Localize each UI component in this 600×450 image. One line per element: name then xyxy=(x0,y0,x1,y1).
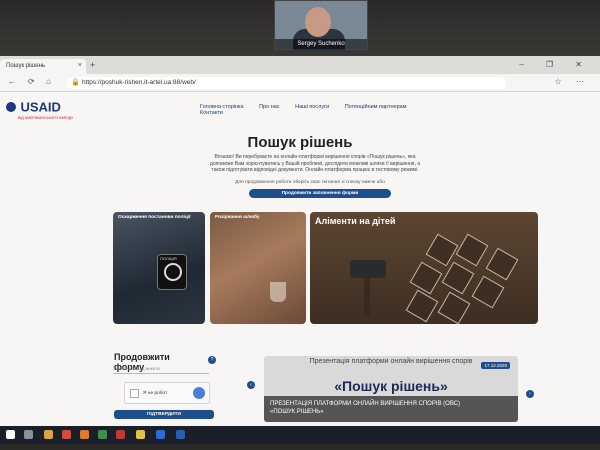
recaptcha-widget[interactable]: Я не робот xyxy=(124,382,210,404)
start-icon[interactable] xyxy=(6,430,15,439)
home-icon[interactable]: ⌂ xyxy=(46,77,51,86)
app-icon[interactable] xyxy=(116,430,125,439)
app-icon[interactable] xyxy=(136,430,145,439)
usaid-logo[interactable]: USAID ВІД АМЕРИКАНСЬКОГО НАРОДУ xyxy=(6,98,73,120)
toolbar-icons[interactable]: ☆ ⋯ xyxy=(555,77,590,86)
chrome-icon[interactable] xyxy=(98,430,107,439)
nav-contacts[interactable]: Контакти xyxy=(200,110,223,116)
nav-partners[interactable]: Потенційним партнерам xyxy=(345,104,407,110)
participant-name: Sergey Suchenko xyxy=(275,39,367,49)
nav-about[interactable]: Про нас xyxy=(259,104,279,110)
slide-heading: Презентація платформи онлайн вирішення с… xyxy=(309,358,473,365)
recaptcha-checkbox[interactable] xyxy=(130,389,139,398)
lock-icon: 🔒 xyxy=(71,79,80,86)
card-label: Аліменти на дітей xyxy=(315,216,396,226)
app-icon[interactable] xyxy=(62,430,71,439)
search-icon[interactable] xyxy=(24,430,33,439)
gavel-handle-icon xyxy=(364,276,370,316)
family-hex-icon xyxy=(485,247,519,281)
main-navigation: Головна сторінка Про нас Наші послуги По… xyxy=(200,104,450,116)
police-star-icon xyxy=(164,263,182,281)
back-icon[interactable]: ← xyxy=(8,77,16,86)
continue-form-button[interactable]: Продовжити заповнення форми xyxy=(249,189,391,198)
address-bar: ← ⟳ ⌂ 🔒 https://poshuk-rishen.it-artel.u… xyxy=(0,74,600,92)
family-hex-icon xyxy=(405,289,439,323)
recaptcha-label: Я не робот xyxy=(143,391,168,396)
tab-bar: Пошук рішень × + – ❐ ✕ xyxy=(0,56,600,74)
tab-title: Пошук рішень xyxy=(6,63,46,69)
police-badge-text: ПОЛІЦІЯ xyxy=(160,256,177,261)
video-call-tile[interactable]: Sergey Suchenko xyxy=(274,0,368,51)
card-label: Оскарження постанови поліції xyxy=(118,215,191,220)
browser-window: Пошук рішень × + – ❐ ✕ ← ⟳ ⌂ 🔒 https://p… xyxy=(0,56,600,444)
gavel-hex-icon xyxy=(471,275,505,309)
slide-date: 17.12.2020 xyxy=(481,362,510,369)
card-divorce[interactable]: Розірвання шлюбу xyxy=(210,212,306,324)
nav-services[interactable]: Наші послуги xyxy=(295,104,329,110)
form-help-icon[interactable]: ? xyxy=(208,356,216,364)
windows-taskbar xyxy=(0,408,600,444)
new-tab-icon[interactable]: + xyxy=(90,60,95,70)
word-icon[interactable] xyxy=(176,430,185,439)
reload-icon[interactable]: ⟳ xyxy=(28,77,35,86)
money-hex-icon xyxy=(437,291,471,324)
usaid-logo-text: USAID xyxy=(20,99,61,115)
card-alimony[interactable]: Аліменти на дітей xyxy=(310,212,538,324)
gavel-icon xyxy=(350,260,386,278)
slide-caption-line1: ПРЕЗЕНТАЦІЯ ПЛАТФОРМИ ОНЛАЙН ВИРІШЕННЯ С… xyxy=(270,401,460,407)
slider-prev-icon[interactable]: ‹ xyxy=(247,381,255,389)
scales-hex-icon xyxy=(409,261,443,295)
page-title: Пошук рішень xyxy=(247,134,353,151)
intro-text: Вітаємо! Ви перебуваєте на онлайн-платфо… xyxy=(209,154,421,173)
slide-big-title: «Пошук рішень» xyxy=(334,378,448,394)
card-label: Розірвання шлюбу xyxy=(215,215,260,220)
url-text: https://poshuk-rishen.it-artel.ua:88/web… xyxy=(82,79,196,86)
recaptcha-icon xyxy=(193,387,205,399)
firefox-icon[interactable] xyxy=(80,430,89,439)
select-hint: Для продовження роботи оберіть своє пита… xyxy=(235,180,385,185)
edge-icon[interactable] xyxy=(156,430,165,439)
file-explorer-icon[interactable] xyxy=(44,430,53,439)
monitor-bottom-bezel xyxy=(0,444,600,450)
monitor-top-bezel: Sergey Suchenko xyxy=(0,0,600,56)
usaid-logo-subtitle: ВІД АМЕРИКАНСЬКОГО НАРОДУ xyxy=(18,116,74,120)
taskbar-strip xyxy=(0,426,600,444)
card-police-appeal[interactable]: ПОЛІЦІЯ Оскарження постанови поліції xyxy=(113,212,205,324)
usaid-seal-icon xyxy=(6,101,16,112)
tab-poshuk-rishen[interactable]: Пошук рішень × xyxy=(0,59,86,74)
url-input[interactable]: 🔒 https://poshuk-rishen.it-artel.ua:88/w… xyxy=(66,77,506,89)
close-tab-icon[interactable]: × xyxy=(78,62,82,69)
window-controls[interactable]: – ❐ ✕ xyxy=(519,60,592,69)
rings-hex-icon xyxy=(455,233,489,267)
center-hex-icon xyxy=(441,261,475,295)
participant-head xyxy=(305,7,331,37)
glass-icon xyxy=(270,282,286,302)
form-code-input[interactable]: Унікальний код анкети xyxy=(113,364,209,374)
police-badge: ПОЛІЦІЯ xyxy=(157,254,187,290)
slider-next-icon[interactable]: › xyxy=(526,390,534,398)
